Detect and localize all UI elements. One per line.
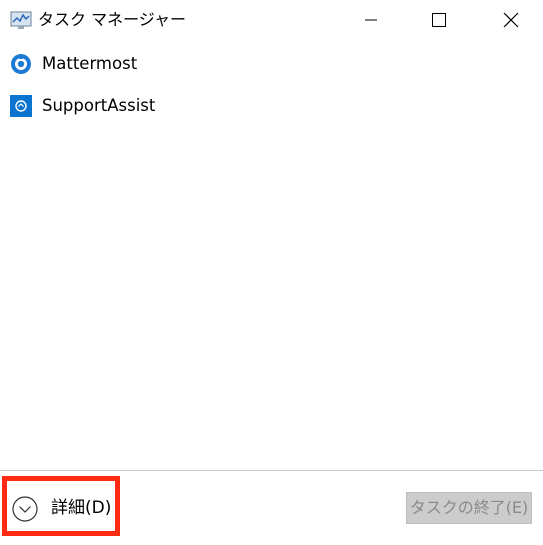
end-task-button[interactable]: タスクの終了(E) — [406, 492, 532, 524]
task-manager-icon — [10, 11, 32, 29]
maximize-icon — [432, 13, 446, 27]
title-bar[interactable]: タスク マネージャー — [0, 0, 543, 40]
window-title: タスク マネージャー — [38, 10, 186, 29]
process-item-supportassist[interactable]: SupportAssist — [0, 86, 543, 128]
minimize-button[interactable] — [348, 0, 394, 40]
supportassist-icon — [10, 95, 32, 117]
maximize-button[interactable] — [416, 0, 462, 40]
mattermost-icon — [11, 54, 31, 74]
minimize-icon — [365, 19, 377, 21]
footer-divider — [0, 470, 543, 471]
process-name: Mattermost — [42, 54, 138, 73]
task-manager-window: タスク マネージャー Mattermost SupportAssist 詳細(D… — [0, 0, 543, 545]
details-toggle-button[interactable]: 詳細(D) — [2, 476, 120, 536]
details-label: 詳細(D) — [51, 498, 112, 518]
chevron-down-icon — [12, 496, 38, 522]
close-button[interactable] — [488, 0, 534, 40]
process-item-mattermost[interactable]: Mattermost — [0, 44, 543, 86]
process-list: Mattermost SupportAssist — [0, 44, 543, 128]
close-icon — [503, 12, 519, 28]
process-name: SupportAssist — [42, 96, 156, 115]
